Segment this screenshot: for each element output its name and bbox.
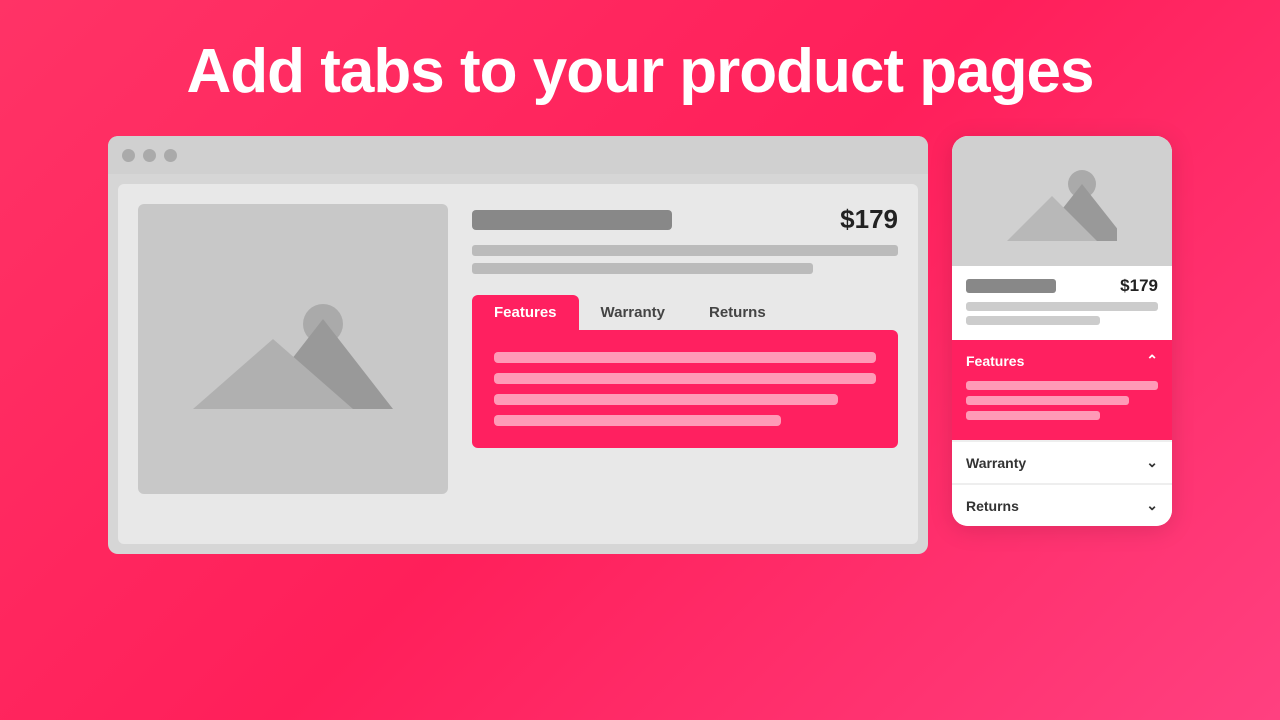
acc-line-1 <box>966 381 1158 390</box>
mobile-desc-1 <box>966 302 1158 311</box>
product-title-bar <box>472 210 672 230</box>
tabs-section: Features Warranty Returns <box>472 295 898 448</box>
chevron-up-icon: ⌃ <box>1146 352 1158 369</box>
content-line-3 <box>494 394 838 405</box>
accordion-warranty: Warranty ⌄ <box>952 440 1172 483</box>
browser-dot-green <box>164 149 177 162</box>
mobile-title-bar <box>966 279 1056 293</box>
browser-mockup: $179 Features Warranty Returns <box>108 136 928 554</box>
mobile-product-info: $179 <box>952 266 1172 336</box>
content-line-1 <box>494 352 876 363</box>
product-price: $179 <box>840 204 898 235</box>
accordion-header-returns[interactable]: Returns ⌄ <box>952 484 1172 526</box>
browser-content: $179 Features Warranty Returns <box>118 184 918 544</box>
browser-dot-red <box>122 149 135 162</box>
accordion-header-features[interactable]: Features ⌃ <box>952 340 1172 381</box>
accordion-returns: Returns ⌄ <box>952 483 1172 526</box>
accordion-section: Features ⌃ Warranty ⌄ <box>952 340 1172 526</box>
mockups-row: $179 Features Warranty Returns <box>0 136 1280 554</box>
mobile-mockup: $179 Features ⌃ <box>952 136 1172 526</box>
mobile-product-image <box>952 136 1172 266</box>
accordion-header-warranty[interactable]: Warranty ⌄ <box>952 441 1172 483</box>
accordion-label-warranty: Warranty <box>966 455 1026 471</box>
content-line-4 <box>494 415 781 426</box>
mobile-title-row: $179 <box>966 276 1158 296</box>
content-line-2 <box>494 373 876 384</box>
accordion-features: Features ⌃ <box>952 340 1172 440</box>
product-title-row: $179 <box>472 204 898 235</box>
tab-warranty[interactable]: Warranty <box>579 295 687 330</box>
chevron-down-icon-returns: ⌄ <box>1146 497 1158 514</box>
browser-dot-yellow <box>143 149 156 162</box>
tab-returns[interactable]: Returns <box>687 295 788 330</box>
desc-bar-1 <box>472 245 898 256</box>
mobile-product-price: $179 <box>1120 276 1158 296</box>
accordion-content-features <box>952 381 1172 440</box>
mobile-desc-2 <box>966 316 1100 325</box>
accordion-label-features: Features <box>966 353 1024 369</box>
browser-titlebar <box>108 136 928 174</box>
chevron-down-icon-warranty: ⌄ <box>1146 454 1158 471</box>
product-image <box>138 204 448 494</box>
page-headline: Add tabs to your product pages <box>187 38 1094 106</box>
product-details: $179 Features Warranty Returns <box>472 204 898 524</box>
tab-content-panel <box>472 330 898 448</box>
tabs-row: Features Warranty Returns <box>472 295 898 330</box>
accordion-label-returns: Returns <box>966 498 1019 514</box>
acc-line-3 <box>966 411 1100 420</box>
desc-bar-2 <box>472 263 813 274</box>
acc-line-2 <box>966 396 1129 405</box>
tab-features[interactable]: Features <box>472 295 579 330</box>
